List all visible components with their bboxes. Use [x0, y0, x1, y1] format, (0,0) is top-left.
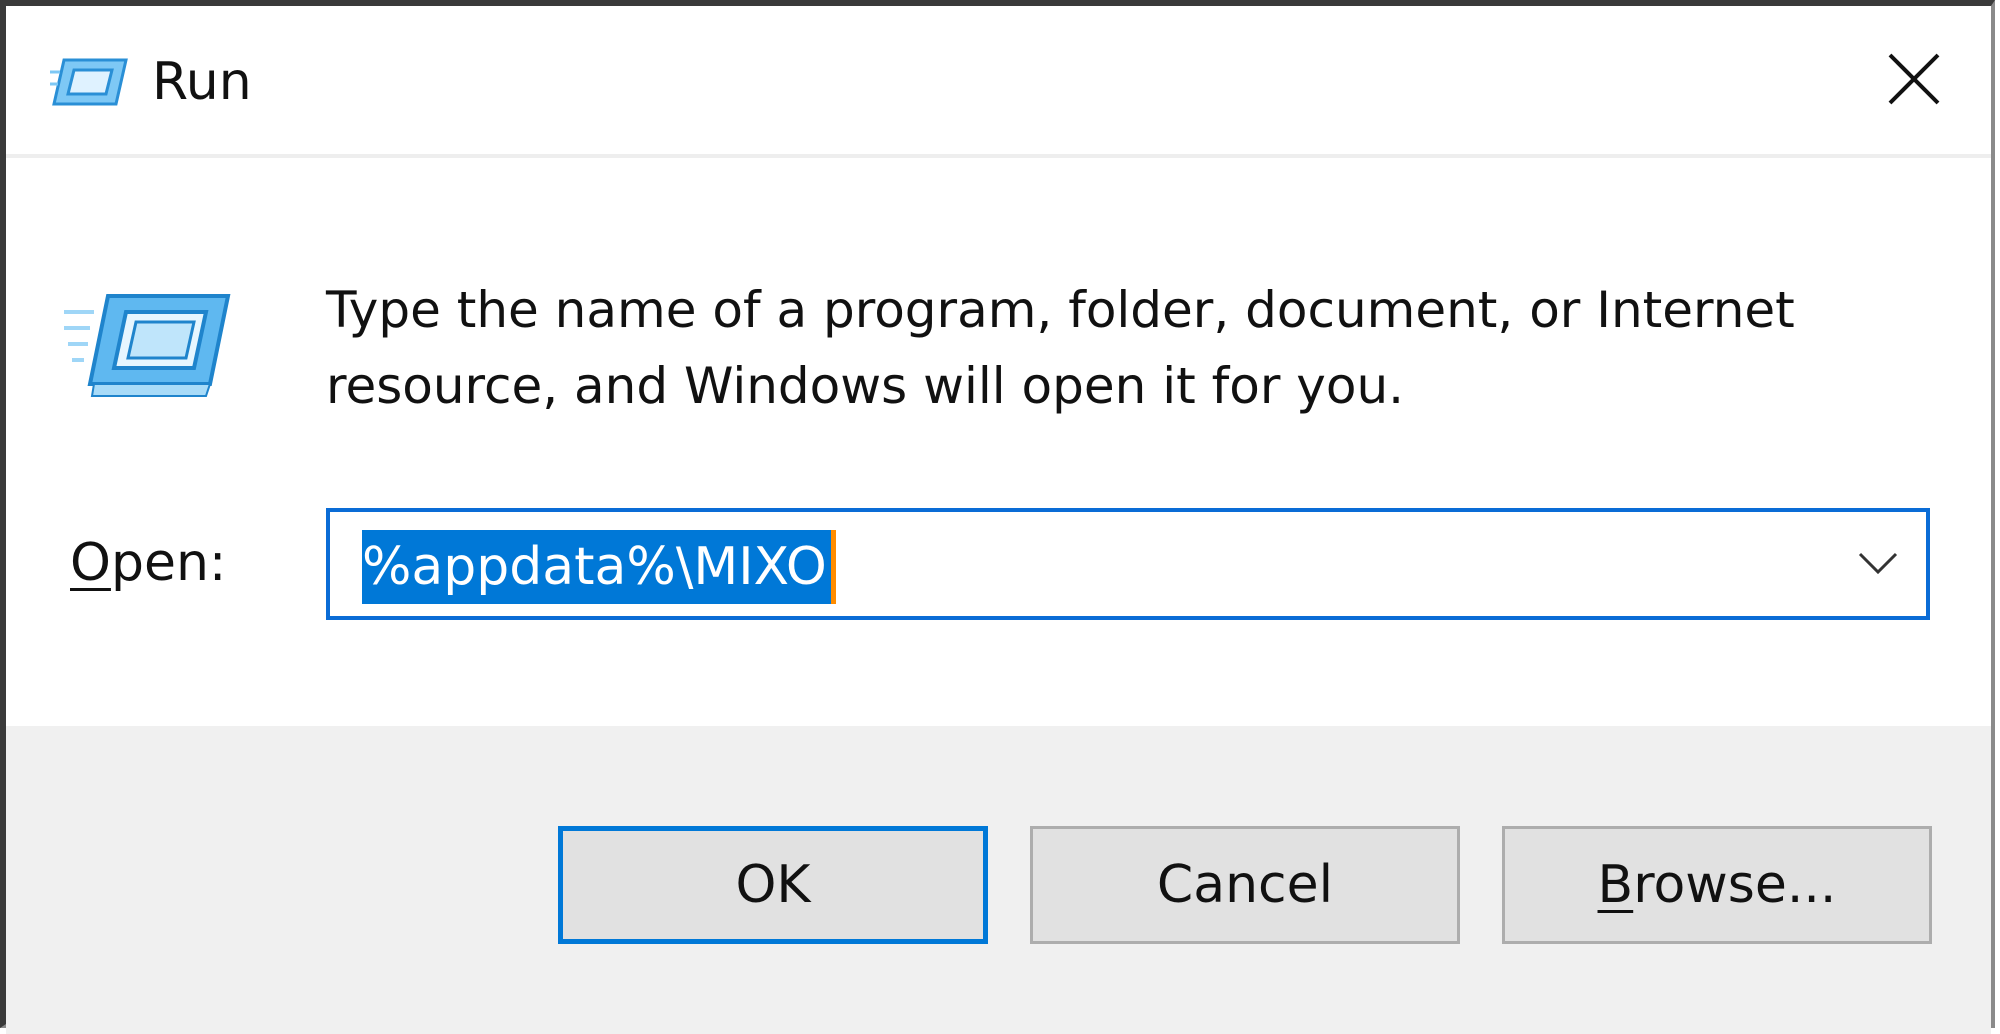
- close-icon: [1886, 51, 1942, 111]
- browse-accelerator: B: [1597, 855, 1634, 915]
- window-title: Run: [152, 52, 252, 112]
- dialog-footer: OK Cancel Browse...: [6, 726, 1991, 1034]
- run-icon: [50, 54, 130, 110]
- open-label: Open:: [70, 531, 226, 595]
- open-label-accelerator: O: [70, 533, 111, 593]
- close-button[interactable]: [1864, 36, 1964, 126]
- open-input[interactable]: %appdata%\MIXO: [362, 530, 831, 604]
- text-caret: [831, 530, 836, 604]
- browse-label: rowse...: [1633, 855, 1837, 915]
- title-bar[interactable]: Run: [6, 6, 1991, 158]
- cancel-button[interactable]: Cancel: [1030, 826, 1460, 944]
- dialog-description: Type the name of a program, folder, docu…: [326, 281, 1795, 415]
- open-combobox[interactable]: %appdata%\MIXO: [326, 508, 1930, 620]
- run-dialog-window: Run Type the name of a program, folder, …: [0, 0, 1995, 1034]
- open-label-text: pen:: [110, 533, 227, 593]
- browse-button[interactable]: Browse...: [1502, 826, 1932, 944]
- chevron-down-icon: [1856, 548, 1900, 580]
- dropdown-button[interactable]: [1848, 532, 1908, 596]
- ok-button[interactable]: OK: [558, 826, 988, 944]
- run-program-icon: [64, 292, 232, 400]
